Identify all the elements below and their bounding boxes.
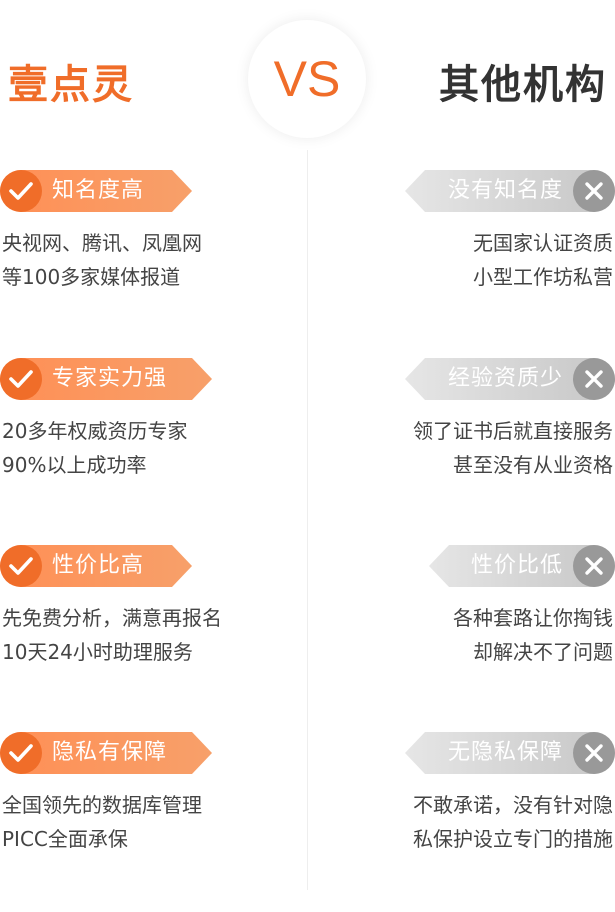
description-line: PICC全面承保 [2,827,128,851]
description-line: 私保护设立专门的措施 [413,827,613,851]
feature-badge-left: 专家实力强 [0,358,212,400]
feature-badge-right: 没有知名度 [405,170,615,212]
description-line: 小型工作坊私营 [473,265,613,289]
description-line: 10天24小时助理服务 [2,640,193,664]
feature-label: 没有知名度 [447,178,563,203]
description-line: 不敢承诺，没有针对隐 [413,793,613,817]
brand-title-right: 其他机构 [439,62,607,108]
vs-text: VS [273,51,341,107]
feature-description-left: 全国领先的数据库管理 PICC全面承保 [2,788,202,856]
check-icon [0,170,42,212]
feature-description-left: 20多年权威资历专家 90%以上成功率 [2,414,187,482]
description-line: 领了证书后就直接服务 [413,419,613,443]
description-line: 央视网、腾讯、凤凰网 [2,231,202,255]
check-icon [0,732,42,774]
description-line: 20多年权威资历专家 [2,419,188,443]
feature-description-right: 无国家认证资质 小型工作坊私营 [473,226,613,294]
close-icon [573,170,615,212]
comparison-row: 知名度高 没有知名度 央视网、腾讯、凤凰网 等100多家媒体报道 无国家认证资质… [0,170,615,350]
comparison-row: 性价比高 性价比低 先免费分析，满意再报名 10天24小时助理服务 各种套路让你… [0,545,615,725]
comparison-row: 隐私有保障 无隐私保障 全国领先的数据库管理 PICC全面承保 不敢承诺，没有针… [0,732,615,912]
feature-badge-left: 知名度高 [0,170,192,212]
feature-label: 经验资质少 [447,366,563,391]
description-line: 甚至没有从业资格 [453,453,613,477]
feature-label: 隐私有保障 [52,740,168,765]
description-line: 等100多家媒体报道 [2,265,181,289]
feature-description-right: 各种套路让你掏钱 却解决不了问题 [453,601,613,669]
comparison-row: 专家实力强 经验资质少 20多年权威资历专家 90%以上成功率 领了证书后就直接… [0,358,615,538]
check-icon [0,358,42,400]
vs-badge: VS [248,20,366,138]
description-line: 全国领先的数据库管理 [2,793,202,817]
feature-label: 性价比高 [52,553,145,578]
description-line: 先免费分析，满意再报名 [2,606,222,630]
feature-description-right: 领了证书后就直接服务 甚至没有从业资格 [413,414,613,482]
check-icon [0,545,42,587]
description-line: 各种套路让你掏钱 [453,606,613,630]
comparison-header: 壹点灵 VS 其他机构 [0,0,615,150]
brand-title-left: 壹点灵 [8,62,134,108]
feature-badge-left: 性价比高 [0,545,192,587]
feature-label: 专家实力强 [52,366,168,391]
feature-description-right: 不敢承诺，没有针对隐 私保护设立专门的措施 [413,788,613,856]
feature-description-left: 央视网、腾讯、凤凰网 等100多家媒体报道 [2,226,202,294]
close-icon [573,545,615,587]
feature-badge-right: 无隐私保障 [405,732,615,774]
description-line: 无国家认证资质 [473,231,613,255]
feature-label: 性价比低 [470,553,563,578]
feature-badge-right: 经验资质少 [405,358,615,400]
feature-label: 无隐私保障 [447,740,563,765]
feature-label: 知名度高 [52,178,145,203]
close-icon [573,358,615,400]
description-line: 90%以上成功率 [2,453,147,477]
close-icon [573,732,615,774]
feature-description-left: 先免费分析，满意再报名 10天24小时助理服务 [2,601,222,669]
feature-badge-left: 隐私有保障 [0,732,212,774]
feature-badge-right: 性价比低 [429,545,615,587]
description-line: 却解决不了问题 [473,640,613,664]
